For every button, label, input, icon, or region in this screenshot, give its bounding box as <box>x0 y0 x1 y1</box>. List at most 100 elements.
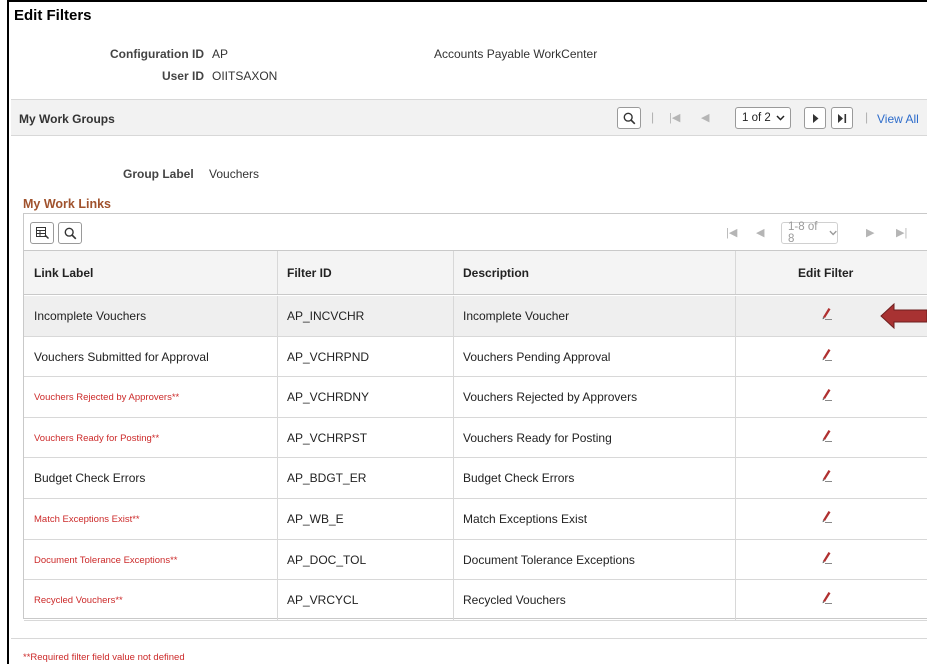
column-header-filter-id[interactable]: Filter ID <box>287 266 332 280</box>
work-links-title: My Work Links <box>23 197 111 211</box>
edit-pencil-icon[interactable] <box>820 469 834 483</box>
column-header-edit-filter: Edit Filter <box>798 266 854 280</box>
page-frame: Edit Filters Configuration ID AP Account… <box>7 0 927 664</box>
column-divider <box>453 458 454 498</box>
filter-id-cell: AP_VCHRPND <box>287 349 370 364</box>
group-label-value: Vouchers <box>209 167 260 181</box>
last-page-icon <box>838 113 847 123</box>
column-divider <box>453 251 454 294</box>
configuration-id-value: AP <box>212 47 229 61</box>
column-divider <box>735 377 736 417</box>
user-id-value: OIITSAXON <box>212 69 278 83</box>
link-label-cell: Recycled Vouchers** <box>34 595 123 607</box>
description-cell: Match Exceptions Exist <box>463 512 588 526</box>
grid-search-button[interactable] <box>58 222 82 244</box>
link-label-cell: Match Exceptions Exist** <box>34 514 140 525</box>
first-page-icon: |◀ <box>726 227 738 239</box>
filter-id-cell: AP_WB_E <box>287 512 344 526</box>
work-groups-search-button[interactable] <box>617 107 641 129</box>
group-label-caption: Group Label <box>123 167 194 181</box>
link-label-cell: Document Tolerance Exceptions** <box>34 554 178 566</box>
column-divider <box>735 458 736 498</box>
description-cell: Budget Check Errors <box>463 471 575 486</box>
table-row: Recycled Vouchers** AP_VRCYCL Recycled Vou… <box>24 580 927 621</box>
work-links-grid: |◀ ◀ 1-8 of 8 ▶ ▶| Link Label Filter ID … <box>23 213 927 621</box>
description-cell: Incomplete Voucher <box>463 309 570 323</box>
table-row: Vouchers Ready for Posting** AP_VCHRPST Vo… <box>24 417 927 459</box>
edit-pencil-icon[interactable] <box>820 510 834 524</box>
edit-pencil-icon[interactable] <box>820 429 834 443</box>
filter-id-cell: AP_VCHRDNY <box>287 390 370 405</box>
table-row: Vouchers Rejected by Approvers** AP_VCHRD… <box>24 377 927 418</box>
column-divider <box>453 336 454 377</box>
configuration-description: Accounts Payable WorkCenter <box>434 47 598 61</box>
table-row: Budget Check Errors AP_BDGT_ER Budget Chec… <box>24 458 927 499</box>
description-cell: Vouchers Pending Approval <box>463 349 611 364</box>
annotation-arrow-icon <box>880 303 927 329</box>
column-header-link-label[interactable]: Link Label <box>34 266 93 280</box>
column-divider <box>277 417 278 458</box>
link-label-cell: Vouchers Ready for Posting** <box>34 432 160 444</box>
filter-id-cell: AP_DOC_TOL <box>287 552 367 567</box>
column-header-description[interactable]: Description <box>463 266 529 280</box>
search-icon <box>64 227 76 239</box>
column-divider <box>735 336 736 377</box>
edit-pencil-icon[interactable] <box>820 348 834 362</box>
next-page-icon: ▶ <box>866 227 875 239</box>
grid-page-select[interactable]: 1-8 of 8 <box>781 221 838 245</box>
search-icon <box>623 112 635 124</box>
column-divider <box>277 336 278 377</box>
edit-pencil-icon[interactable] <box>820 591 834 605</box>
last-page-icon: ▶| <box>896 227 908 239</box>
column-divider <box>277 458 278 498</box>
previous-page-icon: ◀ <box>701 112 710 124</box>
column-divider <box>277 539 278 580</box>
column-divider <box>735 251 736 294</box>
view-all-link[interactable]: View All <box>877 112 919 126</box>
next-page-button[interactable] <box>804 107 826 129</box>
table-row: Incomplete Vouchers AP_INCVCHR Incomplete … <box>24 296 927 337</box>
configuration-id-label: Configuration ID <box>110 47 204 61</box>
column-divider <box>277 377 278 417</box>
column-divider <box>453 580 454 620</box>
filter-id-cell: AP_INCVCHR <box>287 309 365 323</box>
edit-pencil-icon[interactable] <box>820 551 834 565</box>
column-divider <box>277 251 278 294</box>
description-cell: Vouchers Rejected by Approvers <box>463 390 638 405</box>
column-divider <box>453 296 454 336</box>
edit-pencil-icon[interactable] <box>820 388 834 402</box>
column-divider <box>735 499 736 539</box>
chevron-down-icon <box>829 230 837 236</box>
first-page-icon: |◀ <box>669 112 681 124</box>
column-divider <box>453 499 454 539</box>
grid-page-select-value: 1-8 of 8 <box>788 221 818 245</box>
column-divider <box>277 499 278 539</box>
grid-header-row: Link Label Filter ID Description Edit Fi… <box>24 251 927 295</box>
work-groups-title: My Work Groups <box>19 112 115 126</box>
last-page-button[interactable] <box>831 107 853 129</box>
column-divider <box>735 296 736 336</box>
column-divider <box>453 377 454 417</box>
column-divider <box>277 580 278 620</box>
filter-id-cell: AP_VRCYCL <box>287 593 359 608</box>
work-groups-header: My Work Groups | |◀ ◀ 1 of 2 | View All <box>11 99 927 136</box>
column-divider <box>453 417 454 458</box>
next-page-icon <box>812 113 818 123</box>
section-divider <box>11 638 927 639</box>
work-groups-page-select-value: 1 of 2 <box>742 112 771 124</box>
link-label-cell: Vouchers Submitted for Approval <box>34 349 209 364</box>
personalize-grid-button[interactable] <box>30 222 54 244</box>
personalize-grid-icon <box>35 227 49 239</box>
column-divider <box>735 417 736 458</box>
column-divider <box>735 580 736 620</box>
chevron-down-icon <box>776 115 785 121</box>
description-cell: Document Tolerance Exceptions <box>463 552 635 567</box>
toolbar-separator: | <box>651 110 655 124</box>
column-divider <box>453 539 454 580</box>
link-label-cell: Incomplete Vouchers <box>34 309 147 323</box>
grid-toolbar: |◀ ◀ 1-8 of 8 ▶ ▶| <box>24 214 927 251</box>
table-row: Match Exceptions Exist** AP_WB_E Match Exc… <box>24 499 927 540</box>
edit-pencil-icon[interactable] <box>820 307 834 321</box>
toolbar-separator: | <box>865 110 869 124</box>
work-groups-page-select[interactable]: 1 of 2 <box>735 107 791 129</box>
